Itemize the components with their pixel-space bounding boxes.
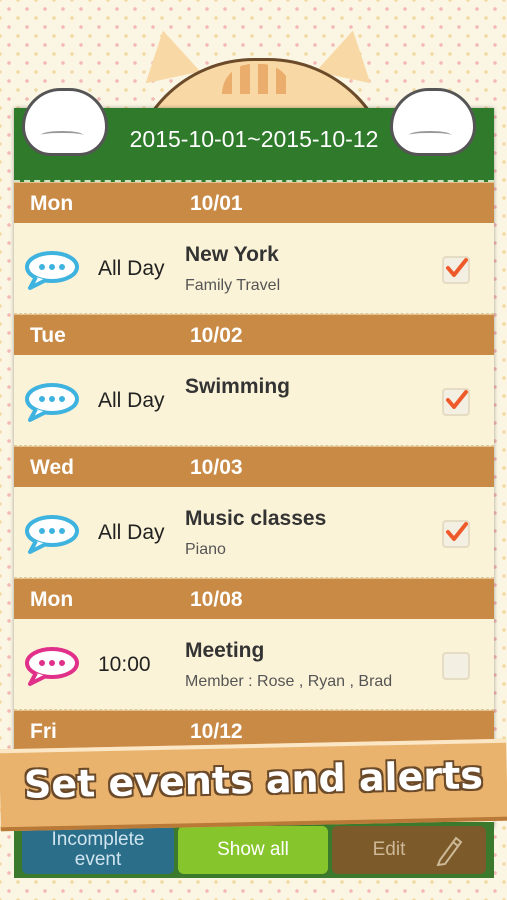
event-complete-checkbox[interactable] (442, 652, 470, 680)
day-name: Fri (30, 720, 57, 743)
incomplete-label-line1: Incomplete (51, 829, 145, 850)
event-list-panel: 2015-10-01~2015-10-12 Mon 10/01 All Day Ne… (14, 108, 494, 828)
incomplete-event-button[interactable]: Incomplete event (22, 826, 174, 874)
event-complete-checkbox[interactable] (442, 388, 470, 416)
day-date: 10/12 (190, 720, 243, 743)
event-subtitle: Family Travel (185, 277, 281, 294)
pencil-icon (436, 836, 463, 866)
event-row[interactable]: All Day New York Family Travel (14, 223, 494, 314)
edit-label: Edit (372, 839, 406, 860)
event-title: New York (185, 243, 279, 266)
event-time: All Day (98, 521, 165, 544)
day-date: 10/02 (190, 324, 243, 347)
event-complete-checkbox[interactable] (442, 520, 470, 548)
speech-bubble-icon[interactable] (24, 514, 80, 554)
day-name: Wed (30, 456, 74, 479)
event-subtitle: Member : Rose , Ryan , Brad (185, 673, 393, 690)
event-time: 10:00 (98, 653, 151, 676)
day-date: 10/08 (190, 588, 243, 611)
event-list: Mon 10/01 All Day New York Family Travel Tue… (14, 182, 494, 751)
day-header: Wed 10/03 (14, 446, 494, 487)
day-date: 10/03 (190, 456, 243, 479)
cat-paw-left (22, 88, 108, 156)
cat-paw-right (390, 88, 476, 156)
promo-banner-text: Set events and alerts (23, 753, 484, 807)
event-title: Swimming (185, 375, 291, 398)
speech-bubble-icon[interactable] (24, 646, 80, 686)
day-name: Mon (30, 192, 74, 215)
event-row[interactable]: 10:00 Meeting Member : Rose , Ryan , Brad (14, 619, 494, 710)
event-title: Music classes (185, 507, 327, 530)
event-row[interactable]: All Day Music classes Piano (14, 487, 494, 578)
day-header: Mon 10/08 (14, 578, 494, 619)
event-subtitle: Piano (185, 541, 226, 558)
day-header: Tue 10/02 (14, 314, 494, 355)
event-time: All Day (98, 257, 165, 280)
event-time: All Day (98, 389, 165, 412)
day-date: 10/01 (190, 192, 243, 215)
event-title: Meeting (185, 639, 265, 662)
event-complete-checkbox[interactable] (442, 256, 470, 284)
edit-button[interactable]: Edit (332, 826, 486, 874)
day-header: Mon 10/01 (14, 182, 494, 223)
day-name: Tue (30, 324, 66, 347)
event-row[interactable]: All Day Swimming (14, 355, 494, 446)
bottom-toolbar: Incomplete event Show all Edit (14, 822, 494, 878)
speech-bubble-icon[interactable] (24, 250, 80, 290)
promo-banner: Set events and alerts (0, 738, 507, 832)
incomplete-label-line2: event (74, 849, 122, 870)
day-name: Mon (30, 588, 74, 611)
show-all-button[interactable]: Show all (178, 826, 328, 874)
speech-bubble-icon[interactable] (24, 382, 80, 422)
